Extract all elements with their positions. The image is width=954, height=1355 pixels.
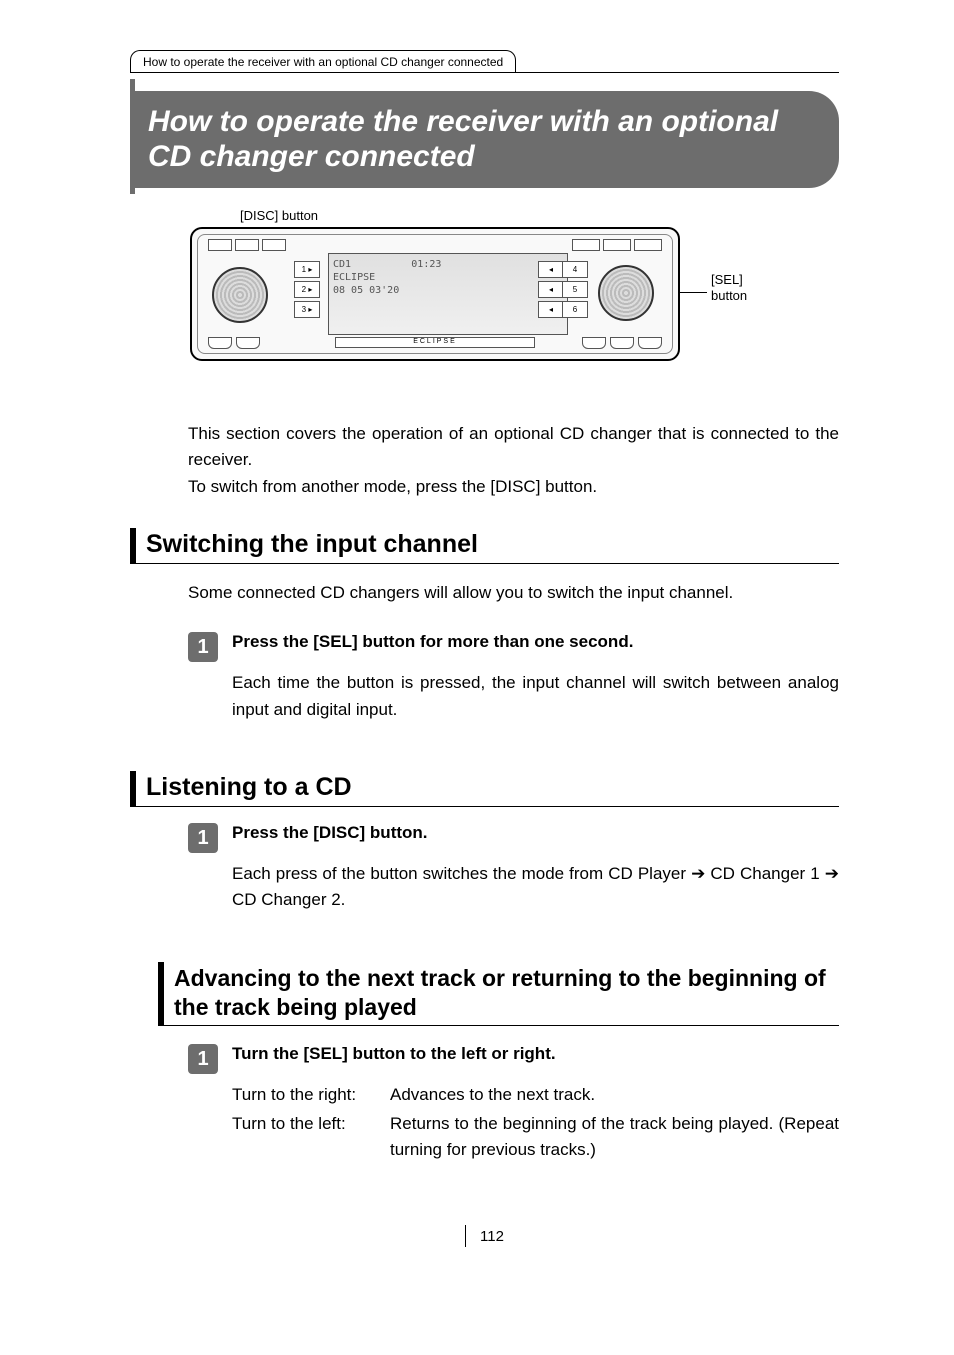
step-instruction: Turn the [SEL] button to the left or rig… [232, 1044, 839, 1064]
preset-button: 6 [562, 301, 588, 318]
preset-button: 1 ▸ [294, 261, 320, 278]
page-title-banner: How to operate the receiver with an opti… [130, 91, 839, 188]
callout-disc-button: [DISC] button [240, 208, 839, 223]
step-row: 1 Turn the [SEL] button to the left or r… [188, 1044, 839, 1165]
step-description: Each time the button is pressed, the inp… [232, 670, 839, 723]
step-instruction: Press the [SEL] button for more than one… [232, 632, 839, 652]
device-button [235, 239, 259, 251]
step-row: 1 Press the [SEL] button for more than o… [188, 632, 839, 723]
section1-body: Some connected CD changers will allow yo… [188, 580, 839, 606]
receiver-illustration: 1 ▸ 2 ▸ 3 ▸ CD1 01:23 ECLIPSE 08 05 03'2… [190, 227, 680, 361]
step-number-badge: 1 [188, 823, 218, 853]
device-button [610, 337, 634, 349]
device-button [638, 337, 662, 349]
brand-label: ECLIPSE [335, 337, 535, 348]
device-figure: [DISC] button 1 ▸ 2 ▸ 3 ▸ [190, 208, 839, 361]
device-button [208, 337, 232, 349]
device-button [582, 337, 606, 349]
page-title: How to operate the receiver with an opti… [148, 105, 815, 174]
breadcrumb-tab: How to operate the receiver with an opti… [130, 50, 516, 73]
device-button [572, 239, 600, 251]
step-instruction: Press the [DISC] button. [232, 823, 839, 843]
preset-button: 3 ▸ [294, 301, 320, 318]
device-button [208, 239, 232, 251]
volume-knob-icon [212, 267, 268, 323]
turn-left-label: Turn to the left: [232, 1111, 390, 1164]
preset-button: 2 ▸ [294, 281, 320, 298]
turn-right-label: Turn to the right: [232, 1082, 390, 1108]
callout-leader-line [679, 292, 707, 293]
turn-left-value: Returns to the beginning of the track be… [390, 1111, 839, 1164]
device-button [603, 239, 631, 251]
intro-text: This section covers the operation of an … [188, 421, 839, 500]
lcd-display: CD1 01:23 ECLIPSE 08 05 03'20 [328, 253, 568, 335]
preset-button: 5 [562, 281, 588, 298]
step-description: Each press of the button switches the mo… [232, 861, 839, 914]
step-row: 1 Press the [DISC] button. Each press of… [188, 823, 839, 914]
section-heading-advancing: Advancing to the next track or returning… [158, 962, 839, 1027]
preset-button: ◂ [538, 261, 564, 278]
step-number-badge: 1 [188, 1044, 218, 1074]
turn-right-value: Advances to the next track. [390, 1082, 839, 1108]
turn-directions-table: Turn to the right: Advances to the next … [232, 1082, 839, 1163]
sel-knob-icon [598, 265, 654, 321]
preset-button: 4 [562, 261, 588, 278]
device-button [236, 337, 260, 349]
page-number: 112 [130, 1225, 839, 1247]
preset-button: ◂ [538, 281, 564, 298]
callout-sel-button: [SEL]button [711, 272, 747, 303]
device-button [262, 239, 286, 251]
device-button [634, 239, 662, 251]
step-number-badge: 1 [188, 632, 218, 662]
section-heading-switching: Switching the input channel [130, 528, 839, 564]
section-heading-listening: Listening to a CD [130, 771, 839, 807]
preset-button: ◂ [538, 301, 564, 318]
